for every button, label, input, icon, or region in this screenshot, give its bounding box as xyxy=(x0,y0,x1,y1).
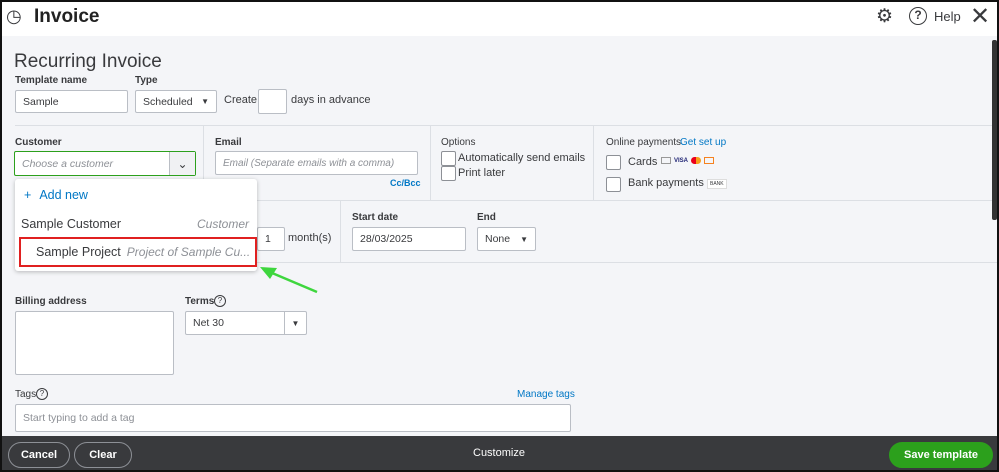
start-date-input[interactable]: 28/03/2025 xyxy=(352,227,466,251)
chevron-down-icon[interactable]: ⌄ xyxy=(169,152,195,175)
end-value: None xyxy=(485,233,511,245)
start-date-label: Start date xyxy=(352,212,399,223)
print-later-checkbox[interactable] xyxy=(441,166,456,181)
recurring-history-icon: ◷ xyxy=(6,6,22,26)
green-arrow-annotation xyxy=(260,267,318,294)
template-name-label: Template name xyxy=(15,75,88,86)
customer-combobox[interactable]: Choose a customer ⌄ xyxy=(14,151,196,176)
caret-down-icon[interactable]: ▼ xyxy=(284,312,306,334)
save-template-button[interactable]: Save template xyxy=(889,442,993,468)
help-link[interactable]: Help xyxy=(934,9,961,24)
cards-checkbox[interactable] xyxy=(606,155,621,170)
end-select[interactable]: None ▼ xyxy=(477,227,536,251)
billing-address-textarea[interactable] xyxy=(15,311,174,375)
divider xyxy=(340,200,341,262)
cancel-button[interactable]: Cancel xyxy=(8,442,70,468)
bank-payments-label: Bank payments xyxy=(628,177,704,189)
days-in-advance-label: days in advance xyxy=(291,94,371,106)
print-later-label: Print later xyxy=(458,167,506,179)
settings-gear-icon[interactable]: ⚙ xyxy=(876,5,893,28)
terms-label: Terms xyxy=(185,296,215,307)
type-value: Scheduled xyxy=(143,95,193,108)
customer-option[interactable]: Sample Customer Customer xyxy=(21,217,249,231)
customer-label: Customer xyxy=(15,137,62,148)
cc-bcc-link[interactable]: Cc/Bcc xyxy=(390,178,421,188)
create-label: Create xyxy=(224,94,258,106)
mastercard-icon xyxy=(691,157,702,164)
card-brand-icons: VISA xyxy=(661,157,715,164)
end-label: End xyxy=(477,212,496,223)
discover-icon xyxy=(704,157,715,164)
amex-icon xyxy=(661,157,671,164)
help-icon[interactable]: ? xyxy=(909,7,927,25)
auto-send-label: Automatically send emails xyxy=(458,152,586,164)
tags-label: Tags xyxy=(15,389,37,400)
header: ◷ Invoice ⚙ ? Help ✕ xyxy=(0,0,999,36)
terms-select[interactable]: Net 30 ▼ xyxy=(185,311,307,335)
billing-address-label: Billing address xyxy=(15,296,87,307)
interval-unit-label: month(s) xyxy=(288,232,332,244)
project-option-highlighted[interactable]: Sample Project Project of Sample Cu... xyxy=(19,237,257,267)
type-label: Type xyxy=(135,75,158,86)
divider xyxy=(430,125,431,200)
email-input[interactable]: Email (Separate emails with a comma) xyxy=(215,151,418,175)
option-type: Project of Sample Cu... xyxy=(126,245,251,259)
add-new-option[interactable]: + Add new xyxy=(24,188,88,202)
caret-down-icon: ▼ xyxy=(520,234,528,244)
option-name: Sample Customer xyxy=(21,217,122,231)
divider xyxy=(593,125,594,200)
option-name: Sample Project xyxy=(36,245,121,259)
tags-help-icon[interactable]: ? xyxy=(36,388,48,400)
type-select[interactable]: Scheduled ▼ xyxy=(135,90,217,113)
days-in-advance-input[interactable] xyxy=(258,89,287,114)
plus-icon: + xyxy=(24,188,32,202)
caret-down-icon: ▼ xyxy=(201,97,209,106)
clear-button[interactable]: Clear xyxy=(74,442,132,468)
options-label: Options xyxy=(441,137,476,148)
terms-help-icon[interactable]: ? xyxy=(214,295,226,307)
terms-value: Net 30 xyxy=(193,317,224,329)
customize-button[interactable]: Customize xyxy=(473,447,525,459)
get-set-up-link[interactable]: Get set up xyxy=(680,137,726,148)
cards-label: Cards xyxy=(628,156,658,168)
tags-input[interactable]: Start typing to add a tag xyxy=(15,404,571,432)
divider xyxy=(15,125,997,126)
auto-send-checkbox[interactable] xyxy=(441,151,456,166)
page-title: Invoice xyxy=(34,6,100,27)
bank-payments-checkbox[interactable] xyxy=(606,177,621,192)
email-label: Email xyxy=(215,137,242,148)
visa-icon: VISA xyxy=(674,157,689,164)
bank-icon: BANK xyxy=(707,179,727,189)
online-payments-label: Online payments xyxy=(606,137,682,148)
customer-input[interactable]: Choose a customer xyxy=(22,158,169,170)
option-type: Customer xyxy=(196,217,249,231)
interval-every-input[interactable]: 1 xyxy=(257,227,285,251)
add-new-label: Add new xyxy=(39,188,88,202)
customer-dropdown: + Add new Sample Customer Customer Sample… xyxy=(15,179,257,271)
scrollbar[interactable] xyxy=(992,40,997,220)
close-icon[interactable]: ✕ xyxy=(970,2,990,31)
template-name-input[interactable]: Sample xyxy=(15,90,128,113)
manage-tags-link[interactable]: Manage tags xyxy=(517,389,575,400)
form-heading: Recurring Invoice xyxy=(14,51,162,72)
